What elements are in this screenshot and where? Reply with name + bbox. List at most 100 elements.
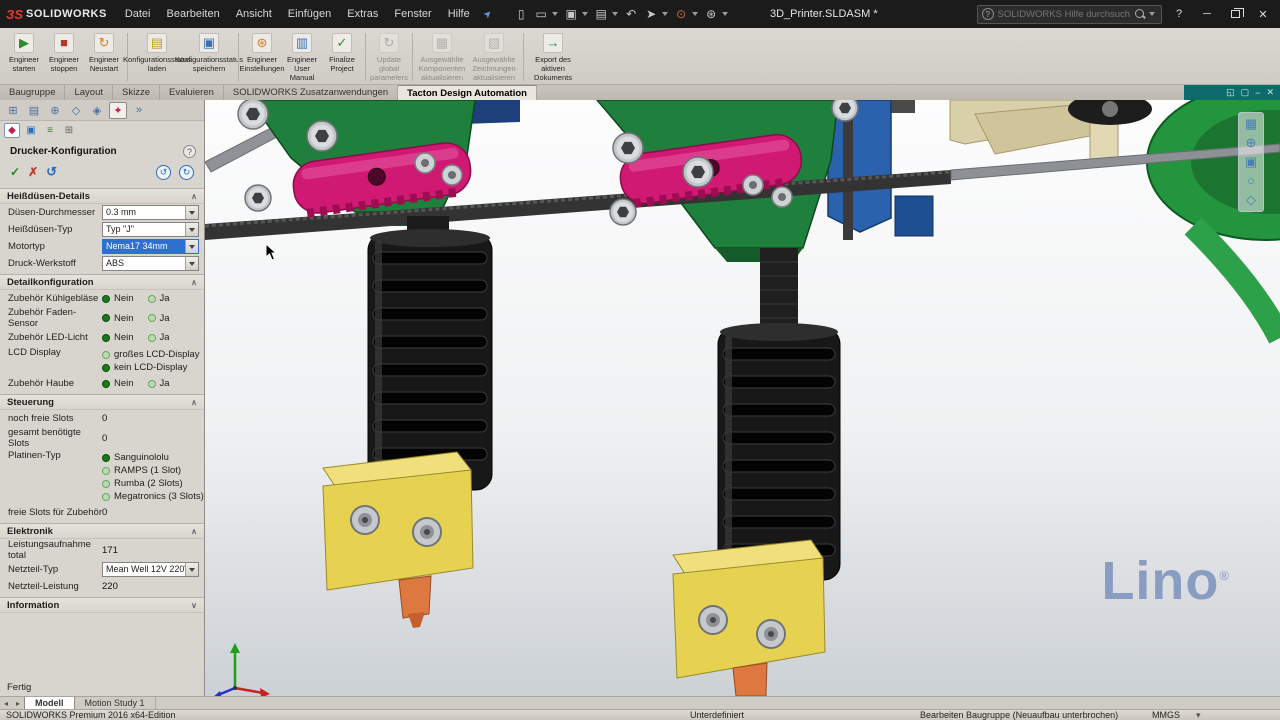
previous-step-button[interactable]: ↺: [156, 164, 171, 180]
menu-hilfe[interactable]: Hilfe: [440, 0, 478, 28]
panel-help-icon[interactable]: ?: [183, 145, 196, 158]
next-step-button[interactable]: ↻: [179, 164, 194, 180]
search-input[interactable]: [997, 8, 1130, 20]
option-ja[interactable]: Ja: [147, 378, 170, 389]
ribbon-button-export-dokument[interactable]: → Export des aktiven Dokuments: [527, 31, 579, 84]
ribbon-button-engineer-einstellungen[interactable]: ⊛ Engineer Einstellungen: [239, 31, 285, 75]
close-button[interactable]: ✕: [1252, 4, 1274, 24]
reset-button[interactable]: ↺: [46, 164, 57, 180]
ribbon-button-update-global-parameters[interactable]: ↻ Update global parameters: [369, 31, 409, 84]
tab-zusatzanwendungen[interactable]: SOLIDWORKS Zusatzanwendungen: [224, 85, 399, 100]
heater-block-right[interactable]: [672, 539, 826, 679]
configurationmanager-tab-icon[interactable]: ⊕: [46, 102, 64, 119]
menu-einfuegen[interactable]: Einfügen: [280, 0, 339, 28]
help-button[interactable]: ?: [1168, 4, 1190, 24]
viewport-restore-icon[interactable]: ▢: [1241, 87, 1250, 98]
tab-scroll-right-icon[interactable]: ▸: [12, 697, 24, 709]
hex-bolt[interactable]: [237, 100, 269, 130]
ribbon-button-zeichnungen-aktualisieren[interactable]: ▧ Ausgewählte Zeichnungen aktualisieren: [468, 31, 520, 84]
ribbon-button-user-manual[interactable]: ▥ Engineer User Manual: [282, 31, 322, 84]
option-nein[interactable]: Nein: [102, 378, 134, 389]
menu-extras[interactable]: Extras: [339, 0, 386, 28]
units-label[interactable]: MMGS: [1152, 710, 1180, 720]
hex-bolt[interactable]: [306, 120, 338, 152]
tab-baugruppe[interactable]: Baugruppe: [0, 85, 66, 100]
menu-bearbeiten[interactable]: Bearbeiten: [159, 0, 228, 28]
printer-config-tab-icon[interactable]: ◆: [4, 123, 20, 138]
menu-datei[interactable]: Datei: [117, 0, 159, 28]
ribbon-button-engineer-stoppen[interactable]: ■ Engineer stoppen: [44, 31, 84, 75]
tacton-manager-tab-icon[interactable]: ✦: [109, 101, 127, 119]
rebuild-icon[interactable]: ⊙: [672, 5, 690, 23]
minimize-button[interactable]: ─: [1196, 4, 1218, 24]
netzteil-typ-select[interactable]: Mean Well 12V 220W: [102, 562, 199, 577]
panel-list-icon[interactable]: ≡: [42, 123, 58, 138]
cancel-button[interactable]: ✗: [28, 165, 38, 179]
section-header-hotend[interactable]: Heißdüsen-Details ∧: [0, 188, 204, 204]
tab-layout[interactable]: Layout: [65, 85, 114, 100]
option-nein[interactable]: Nein: [102, 332, 134, 343]
section-header-steuerung[interactable]: Steuerung ∧: [0, 394, 204, 410]
option-sanguinololu[interactable]: Sanguinololu: [102, 452, 169, 463]
hex-bolt[interactable]: [244, 184, 272, 212]
tab-skizze[interactable]: Skizze: [113, 85, 160, 100]
pin-menu-icon[interactable]: ➤: [477, 3, 499, 25]
select-icon[interactable]: ➤: [642, 5, 660, 23]
heissduesen-typ-select[interactable]: Typ "J": [102, 222, 199, 237]
ribbon-button-komponenten-aktualisieren[interactable]: ▦ Ausgewählte Komponenten aktualisieren: [416, 31, 468, 84]
option-nein[interactable]: Nein: [102, 293, 134, 304]
chevron-down-icon[interactable]: [185, 257, 198, 270]
chevron-down-icon[interactable]: [185, 563, 198, 576]
menu-ansicht[interactable]: Ansicht: [228, 0, 280, 28]
heater-block-left[interactable]: [322, 451, 474, 591]
option-ja[interactable]: Ja: [147, 313, 170, 324]
viewport-close-icon[interactable]: ✕: [1266, 87, 1274, 98]
print-icon[interactable]: ▤: [592, 5, 610, 23]
hex-bolt[interactable]: [682, 156, 714, 188]
hex-bolt[interactable]: [831, 100, 859, 122]
displaymanager-tab-icon[interactable]: ◈: [88, 102, 106, 119]
viewport-fullscreen-icon[interactable]: ◱: [1226, 87, 1235, 98]
featuremanager-tab-icon[interactable]: ⊞: [4, 102, 22, 119]
section-header-information[interactable]: Information ∨: [0, 597, 204, 613]
restore-button[interactable]: [1224, 4, 1246, 24]
druck-werkstoff-select[interactable]: ABS: [102, 256, 199, 271]
section-view-icon[interactable]: ○: [1247, 174, 1255, 188]
option-nein[interactable]: Nein: [102, 313, 134, 324]
tab-tacton-design-automation[interactable]: Tacton Design Automation: [398, 85, 537, 100]
option-ja[interactable]: Ja: [147, 332, 170, 343]
nozzle-right[interactable]: [732, 662, 768, 696]
save-icon[interactable]: ▣: [562, 5, 580, 23]
section-header-elektronik[interactable]: Elektronik ∧: [0, 523, 204, 539]
panel-options-icon[interactable]: ⊞: [61, 123, 77, 138]
ribbon-button-konfigstatus-speichern[interactable]: ▣ Konfigurationsstatus speichern: [175, 31, 243, 75]
viewport-minimize-icon[interactable]: −: [1255, 88, 1260, 98]
chevron-down-icon[interactable]: [185, 240, 198, 253]
menu-fenster[interactable]: Fenster: [386, 0, 439, 28]
option-ja[interactable]: Ja: [147, 293, 170, 304]
propertymanager-tab-icon[interactable]: ▤: [25, 102, 43, 119]
open-dropdown-icon[interactable]: [552, 12, 559, 16]
units-dropdown-icon[interactable]: ▾: [1196, 710, 1201, 720]
section-header-detail[interactable]: Detailkonfiguration ∧: [0, 274, 204, 290]
tab-modell[interactable]: Modell: [24, 697, 75, 709]
print-dropdown-icon[interactable]: [612, 12, 619, 16]
select-dropdown-icon[interactable]: [662, 12, 669, 16]
hex-bolt[interactable]: [609, 198, 637, 226]
duesen-durchmesser-select[interactable]: 0.3 mm: [102, 205, 199, 220]
option-kein-lcd[interactable]: kein LCD-Display: [102, 362, 187, 373]
undo-icon[interactable]: ↶: [622, 5, 640, 23]
ribbon-button-engineer-starten[interactable]: ▶ Engineer starten: [4, 31, 44, 75]
panel-refresh-icon[interactable]: ▣: [23, 123, 39, 138]
zoom-fit-icon[interactable]: ▦: [1245, 117, 1257, 131]
search-dropdown-icon[interactable]: [1149, 12, 1155, 16]
tab-evaluieren[interactable]: Evaluieren: [160, 85, 224, 100]
dimxpertmanager-tab-icon[interactable]: ◇: [67, 102, 85, 119]
new-document-icon[interactable]: ▯: [512, 5, 530, 23]
view-settings-icon[interactable]: ◇: [1246, 193, 1256, 207]
nozzle-left[interactable]: [398, 575, 432, 628]
help-search-box[interactable]: ?: [977, 4, 1162, 24]
option-rumba[interactable]: Rumba (2 Slots): [102, 478, 183, 489]
tab-motion-study-1[interactable]: Motion Study 1: [75, 697, 156, 709]
chevron-down-icon[interactable]: [185, 206, 198, 219]
